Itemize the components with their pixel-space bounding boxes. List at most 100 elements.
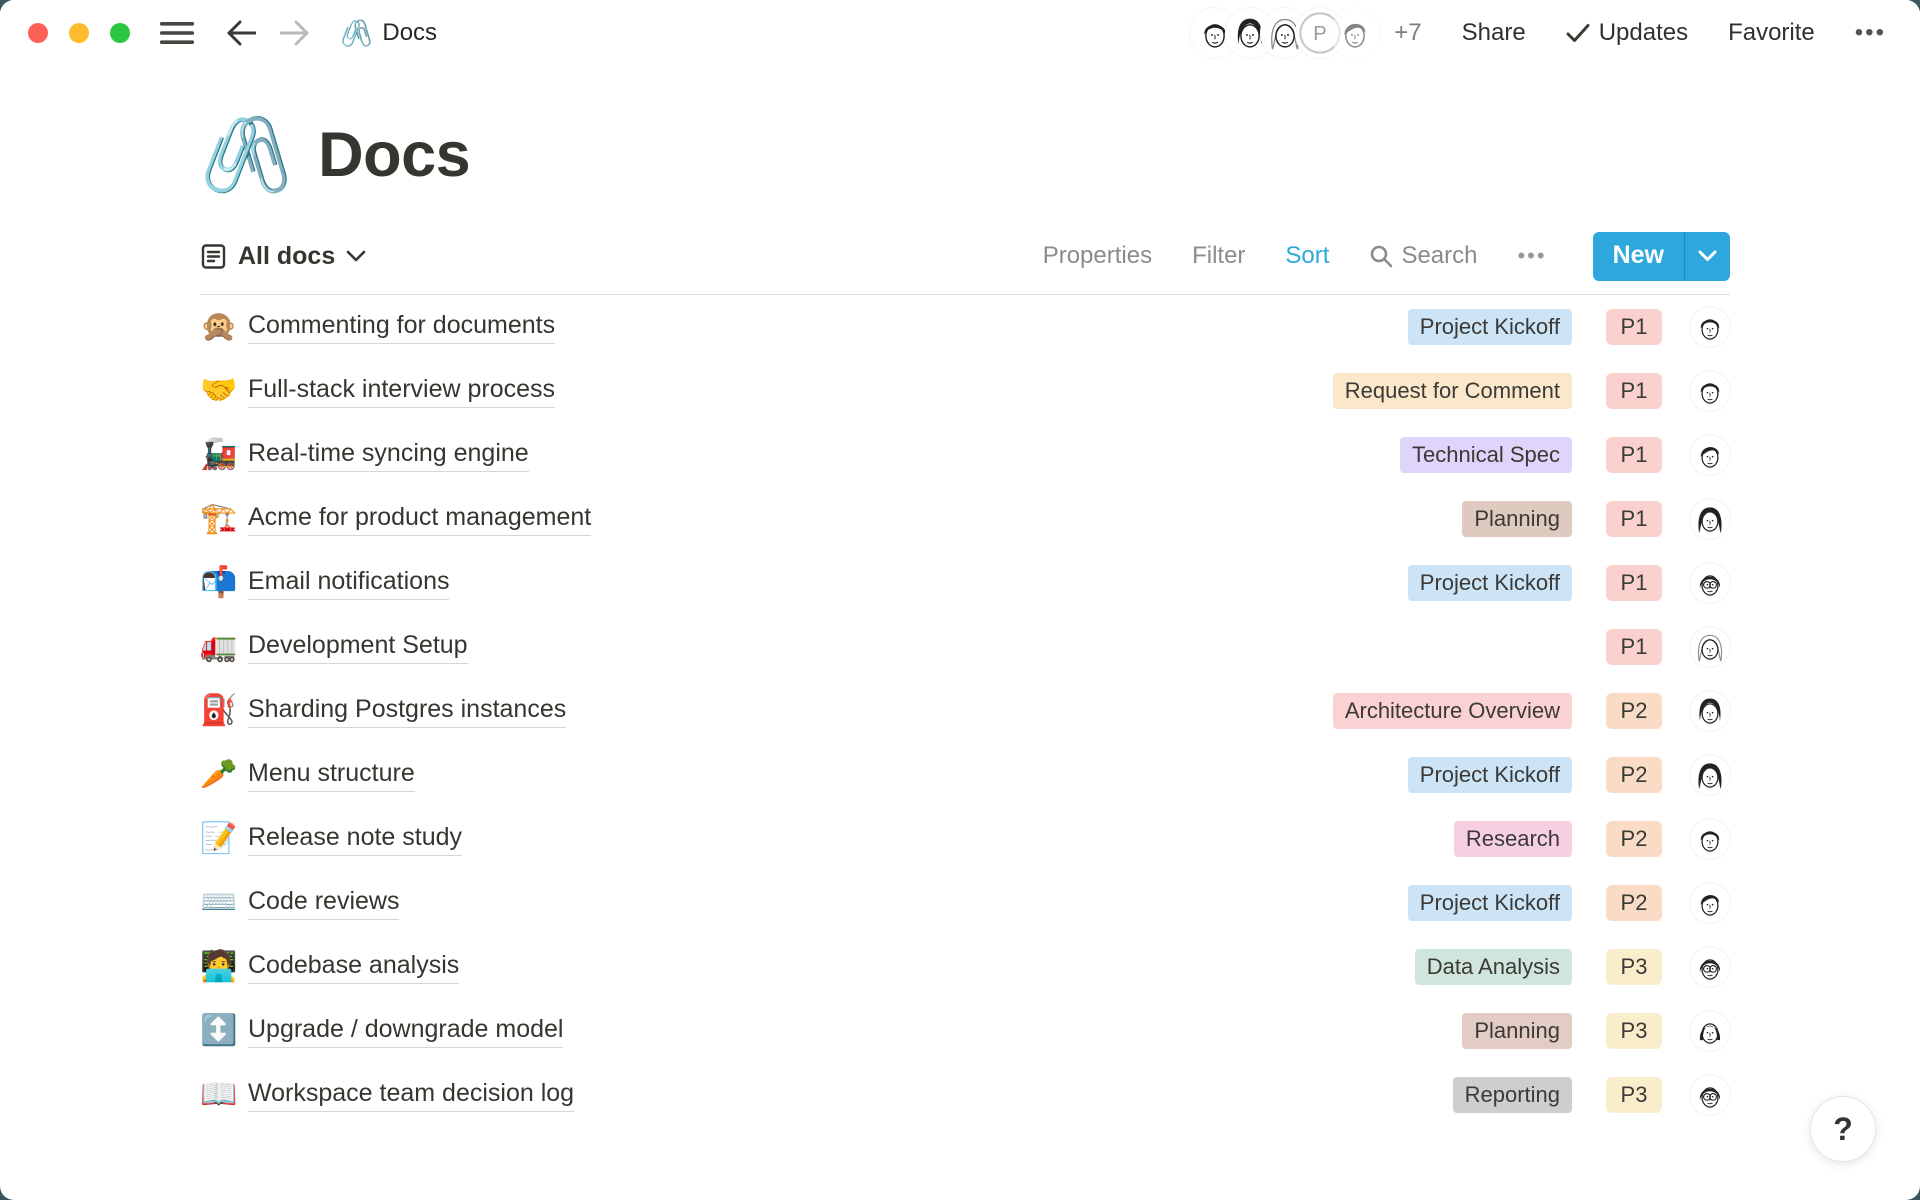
doc-priority-badge[interactable]: P2 xyxy=(1606,757,1662,793)
doc-tag[interactable]: Project Kickoff xyxy=(1408,309,1572,345)
doc-tag[interactable]: Project Kickoff xyxy=(1408,757,1572,793)
doc-row[interactable]: 🤝 Full-stack interview process Request f… xyxy=(200,359,1730,423)
doc-emoji-icon: 🚂 xyxy=(200,440,248,470)
doc-priority-badge[interactable]: P1 xyxy=(1606,437,1662,473)
new-split-button: New xyxy=(1593,232,1730,281)
doc-priority-badge[interactable]: P1 xyxy=(1606,309,1662,345)
doc-owner-avatar[interactable] xyxy=(1690,819,1730,859)
doc-priority-badge[interactable]: P3 xyxy=(1606,1013,1662,1049)
doc-owner-avatar[interactable] xyxy=(1690,755,1730,795)
doc-priority-badge[interactable]: P1 xyxy=(1606,565,1662,601)
doc-title-link[interactable]: Commenting for documents xyxy=(248,311,555,344)
fullscreen-window-button[interactable] xyxy=(110,23,130,43)
doc-title-link[interactable]: Real-time syncing engine xyxy=(248,439,529,472)
doc-emoji-icon: 📖 xyxy=(200,1080,248,1110)
doc-priority-badge[interactable]: P1 xyxy=(1606,501,1662,537)
view-label: All docs xyxy=(238,242,335,271)
new-doc-dropdown-button[interactable] xyxy=(1684,232,1730,281)
share-label: Share xyxy=(1462,19,1526,47)
new-doc-button[interactable]: New xyxy=(1593,232,1684,281)
sort-button[interactable]: Sort xyxy=(1285,242,1329,270)
doc-title-link[interactable]: Workspace team decision log xyxy=(248,1079,574,1112)
doc-priority-badge[interactable]: P3 xyxy=(1606,949,1662,985)
doc-title-link[interactable]: Upgrade / downgrade model xyxy=(248,1015,563,1048)
minimize-window-button[interactable] xyxy=(69,23,89,43)
share-button[interactable]: Share xyxy=(1462,19,1526,47)
favorite-button[interactable]: Favorite xyxy=(1728,19,1815,47)
close-window-button[interactable] xyxy=(28,23,48,43)
doc-title-link[interactable]: Code reviews xyxy=(248,887,399,920)
doc-row[interactable]: 📝 Release note study Research P2 xyxy=(200,807,1730,871)
doc-row[interactable]: 🏗️ Acme for product management Planning … xyxy=(200,487,1730,551)
back-icon[interactable] xyxy=(222,16,260,50)
doc-row[interactable]: ⛽ Sharding Postgres instances Architectu… xyxy=(200,679,1730,743)
doc-tag[interactable]: Reporting xyxy=(1453,1077,1572,1113)
collaborator-avatar[interactable] xyxy=(1330,8,1380,58)
doc-row[interactable]: 🥕 Menu structure Project Kickoff P2 xyxy=(200,743,1730,807)
doc-tag[interactable]: Technical Spec xyxy=(1400,437,1572,473)
doc-priority-badge[interactable]: P1 xyxy=(1606,629,1662,665)
doc-row[interactable]: 🧑‍💻 Codebase analysis Data Analysis P3 xyxy=(200,935,1730,999)
doc-owner-avatar[interactable] xyxy=(1690,307,1730,347)
search-button[interactable]: Search xyxy=(1369,242,1477,270)
breadcrumb[interactable]: 🖇️ Docs xyxy=(340,19,437,47)
doc-emoji-icon: 📬 xyxy=(200,568,248,598)
properties-button[interactable]: Properties xyxy=(1043,242,1152,270)
doc-title-link[interactable]: Email notifications xyxy=(248,567,449,600)
doc-title-link[interactable]: Codebase analysis xyxy=(248,951,459,984)
doc-row[interactable]: 🙊 Commenting for documents Project Kicko… xyxy=(200,295,1730,359)
doc-priority-badge[interactable]: P2 xyxy=(1606,693,1662,729)
more-options-icon[interactable]: ••• xyxy=(1851,15,1890,51)
doc-tag[interactable]: Research xyxy=(1454,821,1572,857)
collaborator-facepile[interactable]: P xyxy=(1190,8,1380,58)
doc-row[interactable]: ⌨️ Code reviews Project Kickoff P2 xyxy=(200,871,1730,935)
doc-tag[interactable]: Project Kickoff xyxy=(1408,885,1572,921)
doc-tag[interactable]: Data Analysis xyxy=(1415,949,1572,985)
doc-title-link[interactable]: Sharding Postgres instances xyxy=(248,695,566,728)
doc-title-link[interactable]: Full-stack interview process xyxy=(248,375,555,408)
doc-title-link[interactable]: Acme for product management xyxy=(248,503,591,536)
view-more-icon[interactable]: ••• xyxy=(1517,243,1546,269)
doc-title-link[interactable]: Release note study xyxy=(248,823,462,856)
doc-tag[interactable]: Planning xyxy=(1462,501,1572,537)
doc-emoji-icon: 📝 xyxy=(200,824,248,854)
doc-owner-avatar[interactable] xyxy=(1690,627,1730,667)
doc-owner-avatar[interactable] xyxy=(1690,499,1730,539)
doc-title-link[interactable]: Menu structure xyxy=(248,759,415,792)
check-icon xyxy=(1566,23,1590,43)
doc-owner-avatar[interactable] xyxy=(1690,371,1730,411)
updates-button[interactable]: Updates xyxy=(1566,19,1688,47)
doc-owner-avatar[interactable] xyxy=(1690,563,1730,603)
doc-row[interactable]: 📬 Email notifications Project Kickoff P1 xyxy=(200,551,1730,615)
doc-row[interactable]: 🚛 Development Setup P1 xyxy=(200,615,1730,679)
doc-owner-avatar[interactable] xyxy=(1690,883,1730,923)
doc-tag[interactable]: Request for Comment xyxy=(1333,373,1572,409)
doc-tag[interactable]: Architecture Overview xyxy=(1333,693,1572,729)
doc-owner-avatar[interactable] xyxy=(1690,1075,1730,1115)
doc-emoji-icon: ⛽ xyxy=(200,696,248,726)
doc-priority-badge[interactable]: P1 xyxy=(1606,373,1662,409)
doc-priority-badge[interactable]: P3 xyxy=(1606,1077,1662,1113)
forward-icon[interactable] xyxy=(276,16,314,50)
doc-row[interactable]: ↕️ Upgrade / downgrade model Planning P3 xyxy=(200,999,1730,1063)
doc-priority-badge[interactable]: P2 xyxy=(1606,885,1662,921)
toolbar-actions: Properties Filter Sort Search ••• New xyxy=(1043,232,1730,281)
chevron-down-icon xyxy=(346,250,366,262)
sidebar-menu-icon[interactable] xyxy=(156,17,198,49)
doc-owner-avatar[interactable] xyxy=(1690,1011,1730,1051)
doc-row[interactable]: 📖 Workspace team decision log Reporting … xyxy=(200,1063,1730,1127)
page-paperclip-icon[interactable]: 🖇️ xyxy=(200,118,292,192)
help-button[interactable]: ? xyxy=(1810,1096,1876,1162)
view-selector[interactable]: All docs xyxy=(200,242,366,271)
doc-title-link[interactable]: Development Setup xyxy=(248,631,468,664)
doc-tag[interactable]: Project Kickoff xyxy=(1408,565,1572,601)
page-title[interactable]: Docs xyxy=(318,119,470,191)
doc-owner-avatar[interactable] xyxy=(1690,435,1730,475)
doc-priority-badge[interactable]: P2 xyxy=(1606,821,1662,857)
doc-owner-avatar[interactable] xyxy=(1690,691,1730,731)
doc-tag[interactable]: Planning xyxy=(1462,1013,1572,1049)
doc-row[interactable]: 🚂 Real-time syncing engine Technical Spe… xyxy=(200,423,1730,487)
doc-owner-avatar[interactable] xyxy=(1690,947,1730,987)
filter-button[interactable]: Filter xyxy=(1192,242,1245,270)
traffic-lights xyxy=(28,23,130,43)
